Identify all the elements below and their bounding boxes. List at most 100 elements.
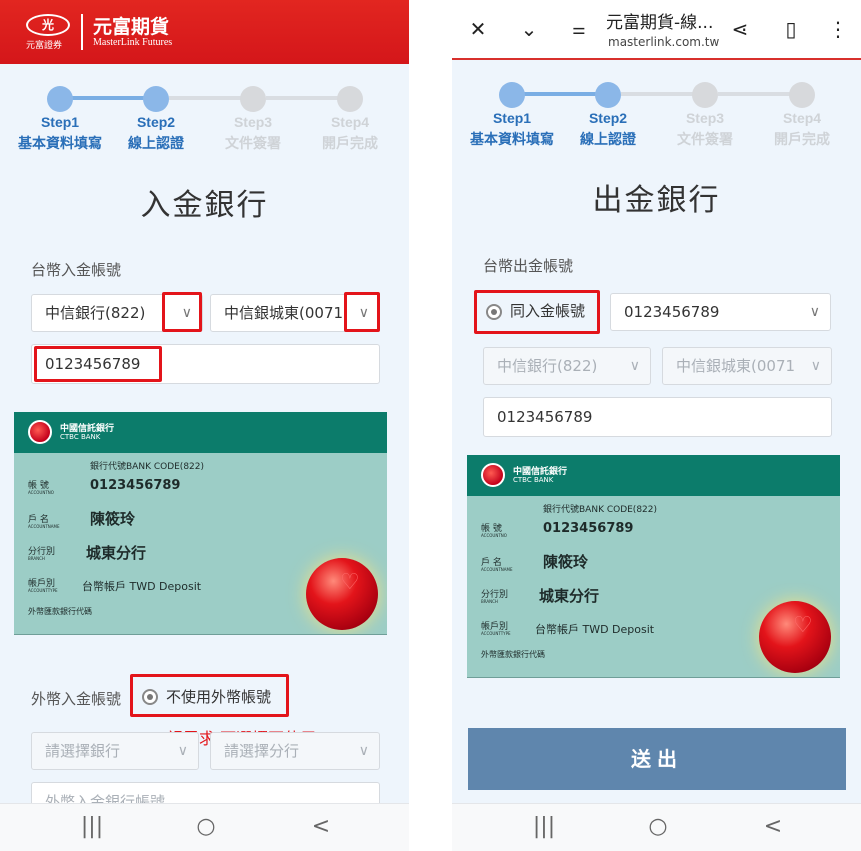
card-footer: 外幣匯款銀行代碼 bbox=[28, 607, 92, 616]
twd-withdraw-label: 台幣出金帳號 bbox=[483, 257, 574, 275]
back-icon[interactable]: < bbox=[301, 814, 341, 839]
progress-stepper: Step1 Step2 Step3 Step4 基本資料填寫 線上認證 文件簽署… bbox=[452, 82, 861, 152]
card-holder-label-en: ACCOUNTNAME bbox=[28, 524, 60, 529]
card-header: 中國信託銀行 CTBC BANK bbox=[467, 455, 840, 496]
site-settings-icon[interactable]: ⚌ bbox=[566, 16, 592, 42]
step-3-desc: 文件簽署 bbox=[225, 136, 281, 152]
step-1-name: Step1 bbox=[40, 114, 80, 130]
step-1-dot bbox=[47, 86, 73, 112]
progress-stepper: Step1 Step2 Step3 Step4 基本資料填寫 線上認證 文件簽署… bbox=[0, 86, 409, 156]
chevron-down-icon: ∨ bbox=[358, 743, 369, 759]
submit-button[interactable]: 送出 bbox=[468, 728, 846, 790]
chevron-down-icon: ∨ bbox=[177, 743, 188, 759]
highlight-box bbox=[130, 674, 289, 717]
card-type-label-en: ACCOUNTTYPE bbox=[28, 588, 58, 593]
card-branch-label-en: BRANCH bbox=[481, 599, 498, 604]
step-2-desc: 線上認證 bbox=[580, 132, 636, 148]
bank-select[interactable]: 中信銀行(822) ∨ bbox=[483, 347, 651, 385]
highlight-box bbox=[474, 290, 600, 334]
card-branch: 城東分行 bbox=[86, 544, 147, 562]
step-1-dot bbox=[499, 82, 525, 108]
card-branch-label-en: BRANCH bbox=[28, 556, 45, 561]
bank-select-value: 中信銀行(822) bbox=[45, 304, 146, 322]
android-nav-bar: ||| ○ < bbox=[452, 803, 861, 851]
withdraw-account-select[interactable]: 0123456789 ∨ bbox=[610, 293, 831, 331]
step-3-name: Step3 bbox=[233, 114, 273, 130]
card-branch: 城東分行 bbox=[539, 587, 600, 605]
step-2-dot bbox=[595, 82, 621, 108]
page-title: 出金銀行 bbox=[592, 183, 721, 218]
card-acct-label-en: ACCOUNTNO bbox=[28, 490, 54, 495]
share-icon[interactable]: ⋖ bbox=[727, 16, 753, 42]
card-bank-code: 銀行代號BANK CODE(822) bbox=[90, 462, 205, 472]
home-icon[interactable]: ○ bbox=[186, 814, 226, 839]
step-3-desc: 文件簽署 bbox=[677, 132, 733, 148]
fx-branch-placeholder: 請選擇分行 bbox=[224, 742, 300, 760]
bank-passbook-image: 中國信託銀行 CTBC BANK 銀行代號BANK CODE(822) 帳 號 … bbox=[467, 455, 840, 678]
card-bank-en: CTBC BANK bbox=[60, 433, 101, 441]
bank-passbook-image: 中國信託銀行 CTBC BANK 銀行代號BANK CODE(822) 帳 號 … bbox=[14, 412, 387, 635]
browser-page-title: 元富期貨-線... bbox=[606, 13, 714, 33]
left-screen: 光 元富證券 元富期貨 MasterLink Futures Step1 Ste… bbox=[0, 0, 409, 851]
step-4-name: Step4 bbox=[782, 110, 822, 126]
heart-icon: ♡ bbox=[793, 613, 813, 638]
card-header: 中國信託銀行 CTBC BANK bbox=[14, 412, 387, 453]
android-nav-bar: ||| ○ < bbox=[0, 803, 409, 851]
recents-icon[interactable]: ||| bbox=[72, 814, 112, 839]
brand-logo-subtext: 元富證券 bbox=[26, 41, 63, 51]
brand-name-en: MasterLink Futures bbox=[93, 37, 173, 48]
step-1-desc: 基本資料填寫 bbox=[18, 136, 102, 152]
browser-toolbar: ✕ ⌄ ⚌ 元富期貨-線... masterlink.com.tw ⋖ ▯ ⋮ bbox=[452, 0, 861, 60]
withdraw-account-value: 0123456789 bbox=[624, 303, 720, 321]
chevron-down-icon: ∨ bbox=[810, 358, 821, 374]
fx-bank-select[interactable]: 請選擇銀行 ∨ bbox=[31, 732, 199, 770]
card-holder: 陳筱玲 bbox=[90, 510, 136, 528]
step-4-desc: 開戶完成 bbox=[322, 136, 378, 152]
card-holder: 陳筱玲 bbox=[543, 553, 589, 571]
fx-account-label: 外幣入金帳號 bbox=[31, 690, 122, 708]
step-2-name: Step2 bbox=[136, 114, 176, 130]
card-bank-code: 銀行代號BANK CODE(822) bbox=[543, 505, 658, 515]
brand-logo-icon: 光 bbox=[26, 14, 70, 36]
brand-name: 元富期貨 bbox=[93, 16, 170, 38]
card-bank-en: CTBC BANK bbox=[513, 476, 554, 484]
step-2-dot bbox=[143, 86, 169, 112]
bank-logo-icon bbox=[28, 420, 52, 444]
browser-url: masterlink.com.tw bbox=[608, 35, 720, 49]
twd-account-label: 台幣入金帳號 bbox=[31, 261, 122, 279]
bank-logo-icon bbox=[481, 463, 505, 487]
bank-select-value: 中信銀行(822) bbox=[497, 357, 598, 375]
close-icon[interactable]: ✕ bbox=[465, 16, 491, 42]
step-3-dot bbox=[692, 82, 718, 108]
account-input[interactable]: 0123456789 bbox=[483, 397, 832, 437]
step-4-dot bbox=[337, 86, 363, 112]
fx-branch-select[interactable]: 請選擇分行 ∨ bbox=[210, 732, 380, 770]
branch-select-value: 中信銀城東(0071 bbox=[676, 357, 796, 375]
step-1-name: Step1 bbox=[492, 110, 532, 126]
card-acct-label-en: ACCOUNTNO bbox=[481, 533, 507, 538]
card-holder-label-en: ACCOUNTNAME bbox=[481, 567, 513, 572]
step-2-desc: 線上認證 bbox=[128, 136, 184, 152]
highlight-box bbox=[34, 346, 162, 382]
card-footer: 外幣匯款銀行代碼 bbox=[481, 650, 545, 659]
chevron-down-icon[interactable]: ⌄ bbox=[516, 16, 542, 42]
step-1-desc: 基本資料填寫 bbox=[470, 132, 554, 148]
back-icon[interactable]: < bbox=[753, 814, 793, 839]
home-icon[interactable]: ○ bbox=[638, 814, 678, 839]
card-acct-no: 0123456789 bbox=[90, 478, 181, 493]
card-type: 台幣帳戶 TWD Deposit bbox=[82, 580, 202, 593]
card-type-label-en: ACCOUNTTYPE bbox=[481, 631, 511, 636]
step-3-dot bbox=[240, 86, 266, 112]
highlight-box bbox=[162, 292, 202, 332]
right-screen: ✕ ⌄ ⚌ 元富期貨-線... masterlink.com.tw ⋖ ▯ ⋮ … bbox=[452, 0, 861, 851]
more-icon[interactable]: ⋮ bbox=[825, 16, 851, 42]
branch-select[interactable]: 中信銀城東(0071 ∨ bbox=[662, 347, 832, 385]
card-type: 台幣帳戶 TWD Deposit bbox=[535, 623, 655, 636]
app-header: 光 元富證券 元富期貨 MasterLink Futures bbox=[0, 0, 409, 64]
bookmark-icon[interactable]: ▯ bbox=[778, 16, 804, 42]
card-acct-no: 0123456789 bbox=[543, 521, 634, 536]
recents-icon[interactable]: ||| bbox=[524, 814, 564, 839]
step-4-desc: 開戶完成 bbox=[774, 132, 830, 148]
fx-bank-placeholder: 請選擇銀行 bbox=[45, 742, 121, 760]
step-4-dot bbox=[789, 82, 815, 108]
